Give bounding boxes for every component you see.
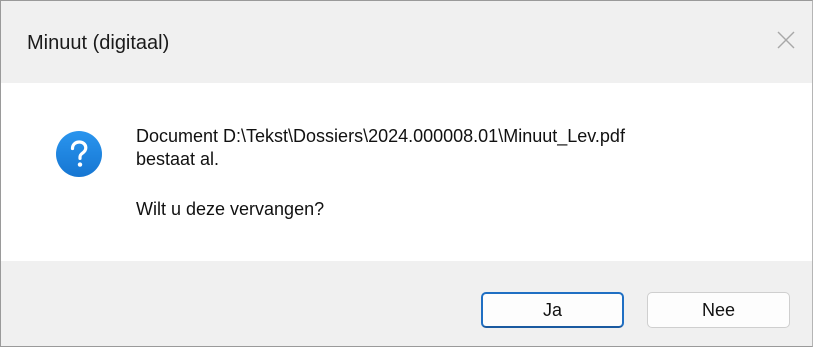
message-line-question: Wilt u deze vervangen? [136,199,325,219]
message-dialog: Minuut (digitaal) Document D:\Tekst\Doss… [0,0,813,347]
dialog-content: Document D:\Tekst\Dossiers\2024.000008.0… [1,83,812,261]
message-text: Document D:\Tekst\Dossiers\2024.000008.0… [136,125,625,221]
close-button[interactable] [760,1,812,83]
question-icon [56,131,102,177]
close-icon [777,31,795,49]
window-title: Minuut (digitaal) [27,32,170,54]
message-line-exists: bestaat al. [136,149,220,169]
message-spacer [136,171,625,198]
button-bar: Ja Nee [1,261,812,346]
message-line-path: Document D:\Tekst\Dossiers\2024.000008.0… [136,126,625,146]
title-bar: Minuut (digitaal) [1,1,812,83]
yes-button[interactable]: Ja [481,292,624,328]
no-button[interactable]: Nee [647,292,790,328]
